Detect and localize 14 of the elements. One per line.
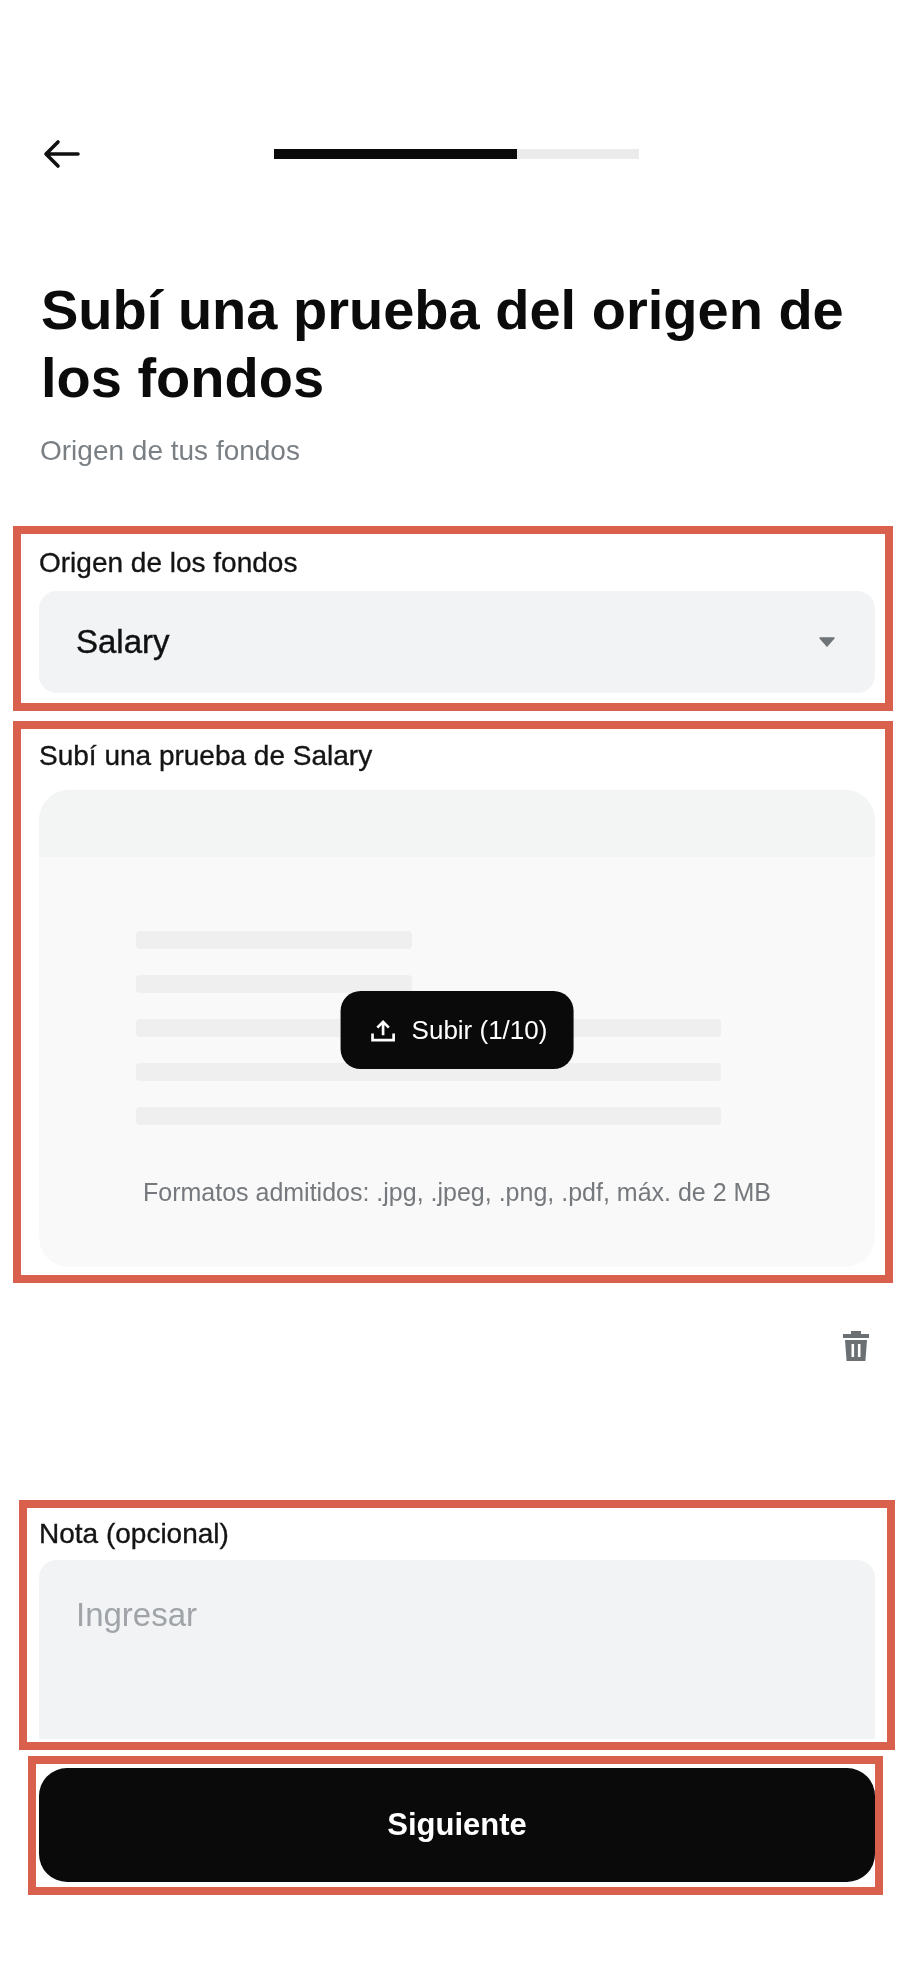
next-button[interactable]: Siguiente	[39, 1768, 875, 1882]
select-field[interactable]: Salary	[39, 591, 875, 693]
format-hint: Formatos admitidos: .jpg, .jpeg, .png, .pdf, máx. de 2 MB	[141, 1177, 773, 1207]
field-label: Origen de los fondos	[39, 547, 299, 579]
field-label: Nota (opcional)	[39, 1518, 230, 1550]
field-label: Subí una prueba de Salary	[39, 740, 374, 772]
page-title: Subí una prueba del origen de los fondos	[41, 277, 845, 411]
upload-button[interactable]: Subir (1/10)	[340, 991, 574, 1069]
back-arrow-icon[interactable]	[42, 139, 80, 169]
note-field[interactable]: Ingresar	[39, 1560, 875, 1739]
page-subtitle: Origen de tus fondos	[40, 434, 301, 468]
trash-icon[interactable]	[842, 1330, 870, 1362]
upload-icon	[370, 1018, 396, 1042]
caret-icon	[819, 637, 835, 647]
